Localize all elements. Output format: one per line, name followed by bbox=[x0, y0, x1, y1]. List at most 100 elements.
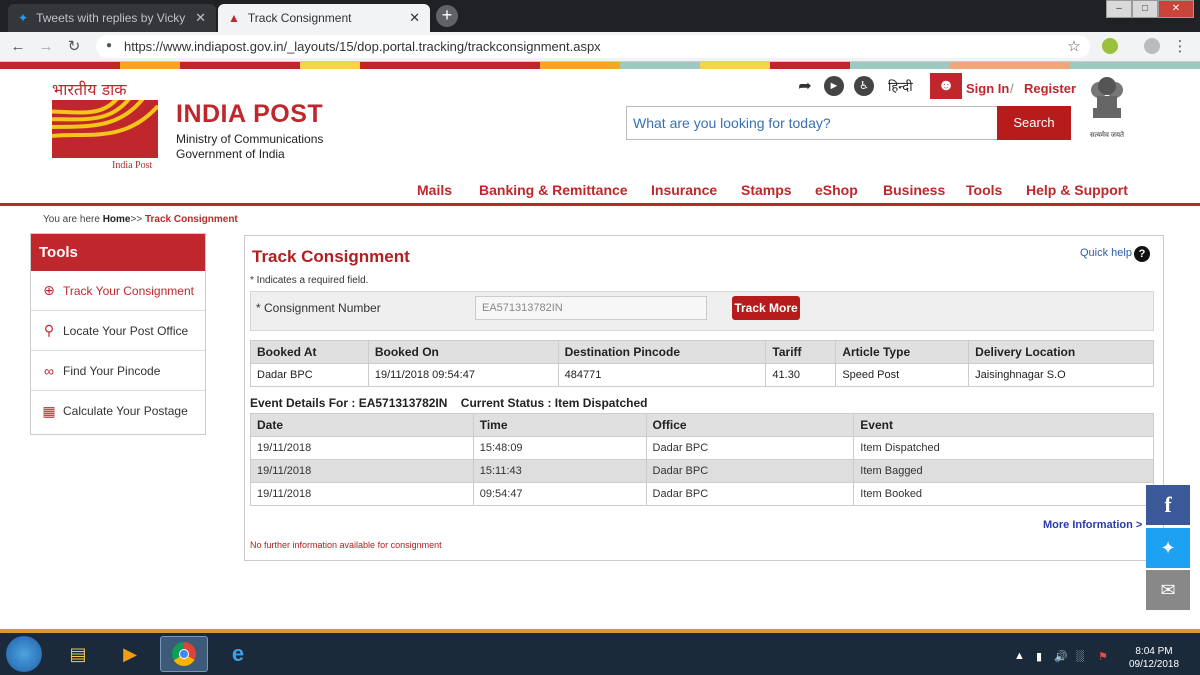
india-post-favicon-icon: ▲ bbox=[228, 11, 240, 25]
nav-banking[interactable]: Banking & Remittance bbox=[479, 182, 628, 198]
nav-underline bbox=[0, 203, 1200, 206]
col-booked-at: Booked At bbox=[250, 340, 369, 364]
track-more-button[interactable]: Track More bbox=[732, 296, 800, 320]
quick-help-link[interactable]: Quick help bbox=[1080, 247, 1132, 259]
nav-mails[interactable]: Mails bbox=[417, 182, 452, 198]
breadcrumb: You are here Home>> Track Consignment bbox=[43, 214, 238, 225]
nav-business[interactable]: Business bbox=[883, 182, 945, 198]
clock-date: 09/12/2018 bbox=[1128, 659, 1180, 670]
close-icon[interactable]: ✕ bbox=[195, 10, 206, 26]
mail-share-icon[interactable]: ✉ bbox=[1146, 570, 1190, 610]
page-title: Track Consignment bbox=[252, 247, 410, 266]
government-line: Government of India bbox=[176, 147, 285, 161]
sidebar-item-label: Locate Your Post Office bbox=[63, 323, 189, 338]
reload-icon[interactable]: ↻ bbox=[64, 37, 84, 57]
table-row: 19/11/2018 15:11:43 Dadar BPC Item Bagge… bbox=[250, 459, 1154, 483]
cell: Dadar BPC bbox=[645, 459, 855, 483]
color-stripe bbox=[0, 62, 1200, 69]
close-icon[interactable]: ✕ bbox=[409, 10, 420, 26]
col-booked-on: Booked On bbox=[367, 340, 559, 364]
twitter-share-icon[interactable]: ✦ bbox=[1146, 528, 1190, 568]
events-table: Date Time Office Event 19/11/2018 15:48:… bbox=[250, 413, 1154, 506]
cell: Dadar BPC bbox=[250, 363, 369, 387]
more-information-link[interactable]: More Information > bbox=[1043, 519, 1142, 531]
logo-caption: India Post bbox=[112, 160, 153, 171]
share-curve-icon[interactable]: ➦ bbox=[794, 76, 816, 96]
nav-stamps[interactable]: Stamps bbox=[741, 182, 792, 198]
internet-explorer-icon[interactable]: e bbox=[214, 636, 262, 672]
ministry-text: Ministry of Communications Government of… bbox=[176, 132, 323, 162]
tab-title: Tweets with replies by Vicky Shri bbox=[36, 11, 189, 25]
register-link[interactable]: Register bbox=[1024, 81, 1076, 96]
col-event: Event bbox=[853, 413, 1154, 437]
nav-insurance[interactable]: Insurance bbox=[651, 182, 717, 198]
help-icon[interactable]: ? bbox=[1134, 246, 1150, 262]
minimize-button[interactable]: – bbox=[1106, 0, 1132, 18]
col-office: Office bbox=[645, 413, 855, 437]
col-tariff: Tariff bbox=[765, 340, 837, 364]
tab-title: Track Consignment bbox=[247, 11, 352, 25]
cell: 09:54:47 bbox=[472, 482, 647, 506]
media-player-icon[interactable]: ▶ bbox=[106, 636, 154, 672]
required-note: * Indicates a required field. bbox=[250, 275, 369, 286]
sidebar-item-find-pincode[interactable]: ∞ Find Your Pincode bbox=[31, 351, 205, 391]
col-date: Date bbox=[250, 413, 474, 437]
cell: 15:11:43 bbox=[472, 459, 647, 483]
cell: Dadar BPC bbox=[645, 436, 855, 460]
volume-icon[interactable]: 🔊 bbox=[1054, 650, 1068, 663]
booking-table: Booked At Booked On Destination Pincode … bbox=[250, 340, 1154, 387]
tray-arrow-icon[interactable]: ▲ bbox=[1014, 650, 1025, 662]
event-details-label: Event Details For : EA571313782IN bbox=[250, 396, 448, 410]
sign-in-link[interactable]: Sign In bbox=[966, 81, 1009, 96]
start-button[interactable] bbox=[6, 636, 42, 672]
nav-eshop[interactable]: eShop bbox=[815, 182, 858, 198]
nav-tools[interactable]: Tools bbox=[966, 182, 1002, 198]
hindi-language-link[interactable]: हिन्दी bbox=[888, 77, 913, 95]
bookmark-star-icon[interactable]: ☆ bbox=[1064, 37, 1084, 57]
breadcrumb-home[interactable]: Home bbox=[103, 214, 131, 225]
audio-icon[interactable]: ► bbox=[824, 76, 844, 96]
lock-icon: ● bbox=[106, 40, 113, 51]
site-search-input[interactable]: What are you looking for today? bbox=[626, 106, 998, 140]
browser-tab-track[interactable]: ▲ Track Consignment ✕ bbox=[218, 4, 430, 32]
user-icon[interactable]: ☻ bbox=[930, 73, 962, 99]
network-flag-icon[interactable]: ⚑ bbox=[1098, 650, 1108, 663]
profile-avatar[interactable] bbox=[1144, 38, 1160, 54]
target-icon: ⊕ bbox=[43, 282, 55, 298]
sidebar-item-track-consignment[interactable]: ⊕ Track Your Consignment bbox=[31, 271, 205, 311]
sidebar-item-calculate-postage[interactable]: ▦ Calculate Your Postage bbox=[31, 391, 205, 431]
chrome-taskbar-icon[interactable] bbox=[160, 636, 208, 672]
facebook-share-icon[interactable]: f bbox=[1146, 485, 1190, 525]
back-arrow-icon[interactable]: ← bbox=[8, 37, 28, 57]
cell: 19/11/2018 09:54:47 bbox=[367, 363, 559, 387]
site-brand-title: INDIA POST bbox=[176, 100, 324, 128]
sidebar-item-locate-post-office[interactable]: ⚲ Locate Your Post Office bbox=[31, 311, 205, 351]
separator: / bbox=[1010, 81, 1014, 96]
breadcrumb-prefix: You are here bbox=[43, 214, 100, 225]
logo-hindi-text: भारतीय डाक bbox=[52, 80, 127, 99]
india-post-logo[interactable] bbox=[27, 90, 160, 158]
signal-icon: ░ bbox=[1076, 650, 1084, 662]
close-window-button[interactable]: ✕ bbox=[1158, 0, 1194, 18]
file-explorer-icon[interactable]: ▤ bbox=[54, 636, 102, 672]
maximize-button[interactable]: □ bbox=[1132, 0, 1158, 18]
browser-tab-twitter[interactable]: ✦ Tweets with replies by Vicky Shri ✕ bbox=[8, 4, 216, 32]
cell: Speed Post bbox=[835, 363, 970, 387]
forward-arrow-icon[interactable]: → bbox=[36, 37, 56, 57]
consignment-number-input[interactable]: EA571313782IN bbox=[475, 296, 707, 320]
cell: 19/11/2018 bbox=[250, 436, 474, 460]
accessibility-icon[interactable]: ♿ bbox=[854, 76, 874, 96]
url-field[interactable]: https://www.indiapost.gov.in/_layouts/15… bbox=[96, 35, 1090, 58]
cell: Item Booked bbox=[853, 482, 1154, 506]
nav-help-support[interactable]: Help & Support bbox=[1026, 182, 1128, 198]
search-button[interactable]: Search bbox=[997, 106, 1071, 140]
system-clock[interactable]: 8:04 PM 09/12/2018 bbox=[1118, 645, 1190, 671]
menu-dots-icon[interactable]: ⋮ bbox=[1170, 37, 1190, 57]
col-destination-pincode: Destination Pincode bbox=[557, 340, 767, 364]
cell: 15:48:09 bbox=[472, 436, 647, 460]
extension-icon[interactable] bbox=[1102, 38, 1118, 54]
col-delivery-location: Delivery Location bbox=[968, 340, 1154, 364]
breadcrumb-current: Track Consignment bbox=[144, 214, 238, 225]
new-tab-button[interactable]: + bbox=[436, 5, 458, 27]
cell: 484771 bbox=[557, 363, 767, 387]
